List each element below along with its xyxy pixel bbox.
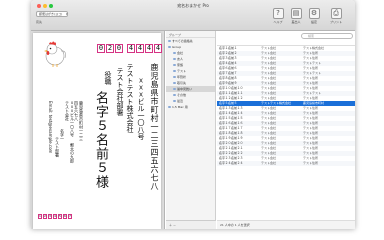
postal-digit: 1 [38, 214, 42, 219]
group-item[interactable]: 1,5 Mac 用 [166, 104, 215, 110]
group-label: テスト [177, 69, 187, 73]
contact-list-pane: ⌕ 検索 名字１名前１テスト会社テスト株式会社名字２名前２テスト会社テスト住所名… [217, 31, 355, 229]
tool-label: 設定 [310, 20, 317, 24]
recipient-address: 鹿児島県市町村一二三四五六七八 [150, 63, 159, 191]
rooster-stamp-image [44, 41, 66, 67]
postal-digit: 2 [106, 44, 114, 53]
preview-pane: 0 2 0 4 4 4 4 鹿児島県市町村一二三四五六七八 ｘｘｘビル一〇八号 … [31, 31, 165, 229]
group-label: 最近 [177, 99, 184, 103]
preview-label: 宛先 [36, 20, 43, 24]
sender-department: テスト部署 [55, 137, 60, 157]
group-sidebar: グループ すべての連絡先 Group 会社友人家族テスト年賀状取引先暑中見舞いその他… [166, 31, 216, 229]
group-icon [173, 52, 176, 54]
postal-digit: 4 [127, 44, 135, 53]
group-footer-buttons[interactable]: ＋ － [166, 220, 216, 229]
postal-digit: 0 [97, 44, 105, 53]
group-label: その他 [177, 93, 187, 97]
recipient-position: 役職 [104, 71, 112, 85]
contact-company: テスト会社 [261, 161, 277, 165]
help-icon: ? [272, 8, 284, 19]
postal-digit: 7 [68, 214, 72, 219]
titlebar: 宛名おまかせ Pro 郵便はがき(ヨコ) ▾ 宛先 ? ヘルプ ▤ 差出人 ⚙ … [31, 0, 355, 31]
group-label: すべての連絡先 [172, 39, 193, 43]
group-list: すべての連絡先 Group 会社友人家族テスト年賀状取引先暑中見舞いその他最近 1,5… [166, 38, 215, 110]
postal-digit: 2 [43, 214, 47, 219]
settings-tool-button[interactable]: ⚙ 設定 [306, 8, 322, 24]
group-label: 取引先 [177, 81, 187, 85]
group-header: グループ [166, 31, 215, 38]
postal-digit: 5 [58, 214, 62, 219]
document-icon: ▤ [290, 8, 302, 19]
group-label: 家族 [177, 63, 184, 67]
group-icon [173, 76, 176, 78]
postal-digit: 4 [136, 44, 144, 53]
group-icon [173, 82, 176, 84]
sender-name-secondary: 郵太の九郎 [70, 143, 75, 163]
group-label: 年賀状 [177, 75, 187, 79]
contact-row[interactable]: 名字２４名前２４ テスト会社 テスト住所 [217, 161, 355, 166]
group-icon [173, 88, 176, 90]
group-icon [168, 40, 171, 42]
postal-digit: 3 [48, 214, 52, 219]
contact-rows: 名字１名前１ テスト会社 テスト株式会社 名字２名前２ テスト会社 テスト住所 名字３名前３… [217, 46, 355, 166]
group-icon [173, 58, 176, 60]
print-icon: ⎙ [330, 8, 342, 19]
document-type-select[interactable]: 郵便はがき(ヨコ) [36, 11, 68, 17]
group-label: 暑中見舞い [177, 87, 193, 91]
group-icon [173, 64, 176, 66]
search-input[interactable]: 検索 [301, 33, 353, 39]
group-label: 1,5 Mac 用 [172, 105, 188, 109]
help-tool-button[interactable]: ? ヘルプ [270, 8, 286, 24]
group-icon [173, 94, 176, 96]
tool-label: ヘルプ [273, 20, 283, 24]
postal-digit: 4 [154, 44, 162, 53]
group-label: 会社 [177, 51, 184, 55]
sender-email: Email: test@example.com [48, 101, 53, 154]
contact-address: テスト住所 [303, 161, 319, 165]
app-window: 宛名おまかせ Pro 郵便はがき(ヨコ) ▾ 宛先 ? ヘルプ ▤ 差出人 ⚙ … [31, 0, 355, 229]
group-label: Group [172, 45, 182, 49]
chevron-down-icon[interactable]: ▾ [66, 11, 70, 17]
sender-company: テスト会社 [65, 101, 70, 121]
sender-postal-code: 1 2 3 4 5 6 7 [38, 214, 72, 219]
contact-name: 名字２４名前２４ [219, 161, 244, 165]
postal-digit: 6 [63, 214, 67, 219]
recipient-name: 名字５名前５様 [93, 91, 108, 189]
sender-tool-button[interactable]: ▤ 差出人 [288, 8, 304, 24]
postal-digit: 4 [53, 214, 57, 219]
selection-status: 21 人中の 1 人を選択 [217, 220, 355, 229]
tool-label: 差出人 [291, 20, 301, 24]
settings-icon: ⚙ [308, 8, 320, 19]
recipient-company: テストテスト株式会社 [126, 63, 134, 133]
print-tool-button[interactable]: ⎙ プリント [328, 8, 344, 24]
group-icon [168, 46, 171, 48]
recipient-postal-code: 0 2 0 4 4 4 4 [97, 44, 162, 53]
postal-digit: 4 [145, 44, 153, 53]
postal-digit: 0 [115, 44, 123, 53]
recipient-address-line2: ｘｘｘビル一〇八号 [137, 77, 145, 140]
tool-label: プリント [329, 20, 342, 24]
group-icon [168, 106, 171, 108]
postcard-preview[interactable]: 0 2 0 4 4 4 4 鹿児島県市町村一二三四五六七八 ｘｘｘビル一〇八号 … [33, 33, 162, 229]
recipient-department: テスト会社部署 [116, 67, 124, 116]
group-icon [173, 100, 176, 102]
group-icon [173, 70, 176, 72]
group-label: 友人 [177, 57, 184, 61]
